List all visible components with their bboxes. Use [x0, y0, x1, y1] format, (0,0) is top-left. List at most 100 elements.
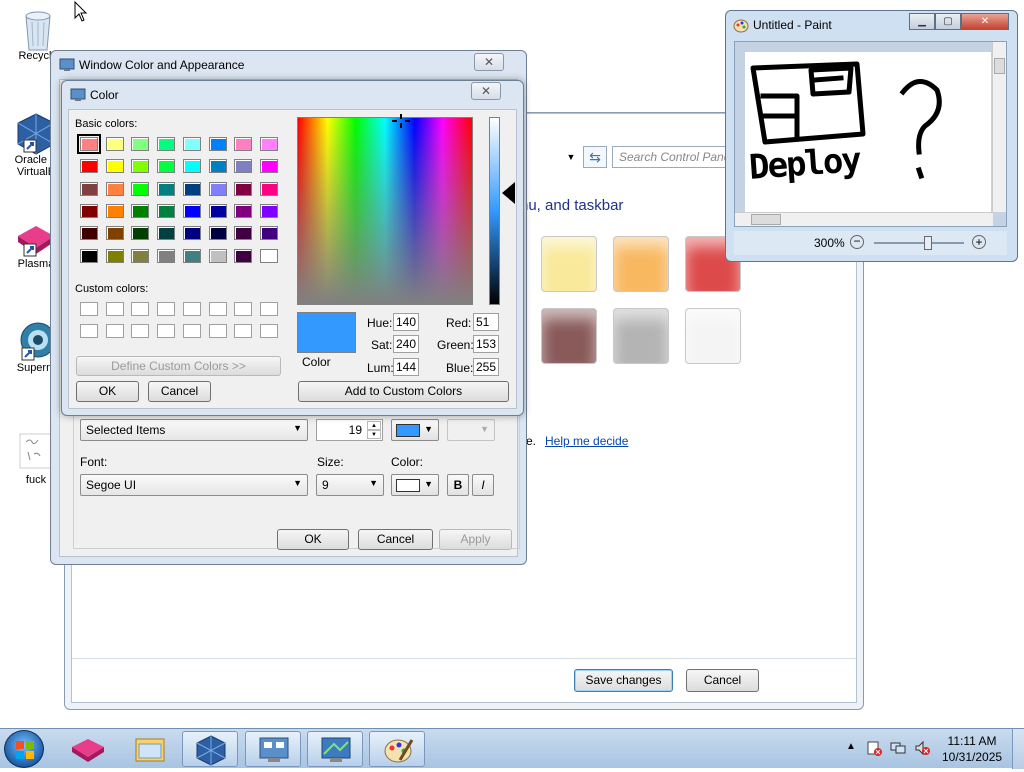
basic-color-cell[interactable]	[131, 226, 150, 241]
color-swatch[interactable]	[541, 308, 597, 364]
taskbar-control-panel-button[interactable]	[245, 731, 301, 767]
hue-input[interactable]: 140	[393, 313, 419, 331]
basic-color-cell[interactable]	[208, 159, 227, 174]
luminosity-slider[interactable]	[489, 117, 500, 305]
basic-color-cell[interactable]	[77, 134, 101, 154]
network-icon[interactable]	[890, 740, 906, 759]
volume-muted-icon[interactable]	[914, 740, 930, 759]
custom-color-cell[interactable]	[182, 302, 201, 316]
cancel-button[interactable]: Cancel	[148, 381, 211, 402]
basic-color-cell[interactable]	[157, 159, 176, 174]
add-to-custom-colors-button[interactable]: Add to Custom Colors	[298, 381, 509, 402]
basic-color-cell[interactable]	[157, 137, 176, 151]
bold-button[interactable]: B	[447, 474, 469, 496]
basic-color-cell[interactable]	[208, 203, 227, 218]
blue-input[interactable]: 255	[473, 358, 499, 376]
basic-color-cell[interactable]	[105, 248, 124, 263]
font-color-picker-button[interactable]: ▼	[391, 474, 439, 496]
custom-color-cell[interactable]	[80, 324, 98, 338]
zoom-out-icon[interactable]: −	[850, 235, 864, 249]
luminosity-arrow-icon[interactable]	[502, 182, 515, 204]
custom-color-cell[interactable]	[131, 324, 150, 338]
basic-color-cell[interactable]	[182, 159, 201, 174]
basic-color-cell[interactable]	[80, 226, 98, 241]
vertical-scrollbar[interactable]	[992, 42, 1006, 212]
scrollbar-thumb[interactable]	[994, 58, 1005, 74]
basic-color-cell[interactable]	[131, 181, 150, 196]
basic-color-cell[interactable]	[157, 226, 176, 241]
basic-color-cell[interactable]	[234, 159, 253, 174]
basic-color-cell[interactable]	[131, 203, 150, 218]
ok-button[interactable]: OK	[76, 381, 139, 402]
custom-color-cell[interactable]	[80, 302, 98, 316]
basic-color-cell[interactable]	[131, 248, 150, 263]
basic-color-cell[interactable]	[157, 181, 176, 196]
basic-color-cell[interactable]	[80, 159, 98, 174]
custom-color-cell[interactable]	[157, 324, 176, 338]
system-clock[interactable]: 11:11 AM 10/31/2025	[942, 733, 1002, 765]
custom-color-cell[interactable]	[259, 324, 278, 338]
spin-up-icon[interactable]: ▲	[367, 421, 381, 430]
basic-color-cell[interactable]	[259, 137, 278, 151]
basic-color-cell[interactable]	[105, 137, 124, 151]
basic-color-cell[interactable]	[234, 226, 253, 241]
basic-color-cell[interactable]	[157, 203, 176, 218]
basic-color-cell[interactable]	[131, 137, 150, 151]
basic-color-cell[interactable]	[208, 226, 227, 241]
basic-color-cell[interactable]	[259, 248, 278, 263]
close-icon[interactable]: ✕	[961, 13, 1009, 30]
save-changes-button[interactable]: Save changes	[574, 669, 673, 692]
paint-canvas[interactable]: Deploy	[745, 52, 991, 212]
font-size-select[interactable]: 9 ▼	[316, 474, 384, 496]
cancel-button[interactable]: Cancel	[358, 529, 433, 550]
green-input[interactable]: 153	[473, 335, 499, 353]
basic-color-cell[interactable]	[80, 203, 98, 218]
sat-input[interactable]: 240	[393, 335, 419, 353]
basic-color-cell[interactable]	[182, 226, 201, 241]
help-me-decide-link[interactable]: Help me decide	[545, 434, 628, 448]
color-swatch[interactable]	[541, 236, 597, 292]
basic-color-cell[interactable]	[182, 203, 201, 218]
spin-down-icon[interactable]: ▼	[367, 430, 381, 439]
show-desktop-button[interactable]	[1012, 729, 1024, 769]
taskbar-virtualbox-button[interactable]	[182, 731, 238, 767]
basic-color-cell[interactable]	[105, 181, 124, 196]
custom-color-cell[interactable]	[182, 324, 201, 338]
basic-color-cell[interactable]	[234, 203, 253, 218]
custom-color-cell[interactable]	[157, 302, 176, 316]
ok-button[interactable]: OK	[277, 529, 349, 550]
custom-color-cell[interactable]	[105, 302, 124, 316]
color-swatch[interactable]	[685, 308, 741, 364]
color-spectrum-picker[interactable]	[297, 117, 473, 305]
taskbar-display-settings-button[interactable]	[307, 731, 363, 767]
cancel-button[interactable]: Cancel	[686, 669, 759, 692]
basic-color-cell[interactable]	[234, 181, 253, 196]
refresh-icon[interactable]: ⇆	[583, 146, 607, 168]
taskbar-plasma-button[interactable]	[60, 731, 116, 767]
lum-input[interactable]: 144	[393, 358, 419, 376]
custom-color-cell[interactable]	[259, 302, 278, 316]
basic-color-cell[interactable]	[105, 203, 124, 218]
basic-color-cell[interactable]	[259, 203, 278, 218]
maximize-icon[interactable]: ▢	[935, 13, 961, 30]
custom-color-cell[interactable]	[131, 302, 150, 316]
font-select[interactable]: Segoe UI ▼	[80, 474, 308, 496]
zoom-in-icon[interactable]: +	[972, 235, 986, 249]
zoom-slider-thumb[interactable]	[924, 236, 932, 250]
custom-color-cell[interactable]	[234, 324, 253, 338]
item-select[interactable]: Selected Items ▼	[80, 419, 308, 441]
color-swatch[interactable]	[613, 308, 669, 364]
close-icon[interactable]: ✕	[471, 82, 501, 100]
horizontal-scrollbar[interactable]	[735, 212, 993, 226]
basic-color-cell[interactable]	[80, 181, 98, 196]
custom-color-cell[interactable]	[208, 302, 227, 316]
italic-button[interactable]: I	[472, 474, 494, 496]
basic-color-cell[interactable]	[208, 248, 227, 263]
custom-color-cell[interactable]	[208, 324, 227, 338]
basic-color-cell[interactable]	[131, 159, 150, 174]
taskbar-explorer-button[interactable]	[122, 731, 178, 767]
scrollbar-thumb[interactable]	[751, 214, 781, 225]
basic-color-cell[interactable]	[182, 137, 201, 151]
basic-color-cell[interactable]	[182, 248, 201, 263]
basic-color-cell[interactable]	[259, 159, 278, 174]
